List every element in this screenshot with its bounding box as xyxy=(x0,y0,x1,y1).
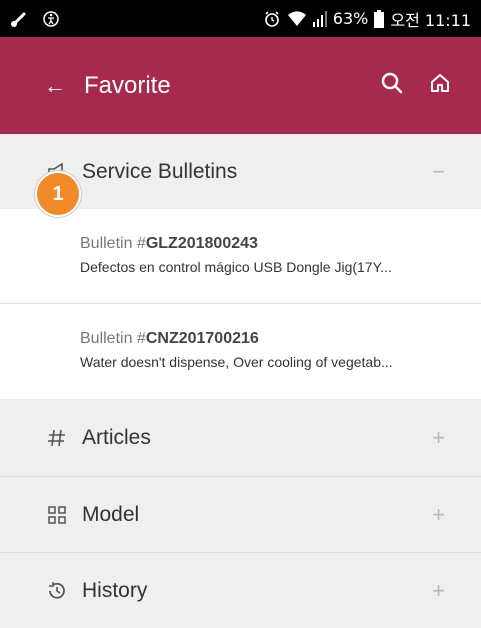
section-articles[interactable]: Articles + xyxy=(0,399,481,476)
link-icon xyxy=(10,10,28,28)
bulletin-number: Bulletin #GLZ201800243 xyxy=(80,235,258,252)
bulletin-description: Water doesn't dispense, Over cooling of … xyxy=(80,354,393,370)
wifi-icon xyxy=(287,10,307,27)
bulletin-number: Bulletin #CNZ201700216 xyxy=(80,330,259,347)
grid-icon xyxy=(46,504,68,526)
status-time: 오전 11:11 xyxy=(390,10,471,30)
accessibility-icon xyxy=(42,10,60,28)
collapse-icon[interactable]: − xyxy=(432,159,445,185)
history-icon xyxy=(46,580,68,602)
bulletin-id: GLZ201800243 xyxy=(145,235,258,252)
search-icon[interactable] xyxy=(381,72,403,99)
battery-percent: 63% xyxy=(332,9,369,28)
app-bar: ← Favorite xyxy=(0,37,481,134)
hash-icon xyxy=(46,427,68,449)
bulletin-id: CNZ201700216 xyxy=(145,330,259,347)
expand-icon[interactable]: + xyxy=(432,578,445,604)
section-label: History xyxy=(82,578,148,602)
section-label: Model xyxy=(82,502,140,526)
bulletin-description: Defectos en control mágico USB Dongle Ji… xyxy=(80,259,392,275)
section-label: Service Bulletins xyxy=(82,159,238,183)
page-title: Favorite xyxy=(84,71,171,99)
section-history[interactable]: History + xyxy=(0,553,481,628)
expand-icon[interactable]: + xyxy=(432,502,445,528)
status-bar: 63% 오전 11:11 xyxy=(0,0,481,37)
signal-icon xyxy=(312,10,327,27)
list-item[interactable]: Bulletin #GLZ201800243 Defectos en contr… xyxy=(0,209,481,303)
section-model[interactable]: Model + xyxy=(0,477,481,552)
list-item[interactable]: Bulletin #CNZ201700216 Water doesn't dis… xyxy=(0,304,481,399)
step-badge: 1 xyxy=(35,171,81,217)
expand-icon[interactable]: + xyxy=(432,425,445,451)
section-label: Articles xyxy=(82,425,151,449)
back-arrow-icon[interactable]: ← xyxy=(44,74,66,97)
battery-icon xyxy=(374,9,385,28)
home-icon[interactable] xyxy=(429,72,451,99)
alarm-icon xyxy=(263,10,281,28)
